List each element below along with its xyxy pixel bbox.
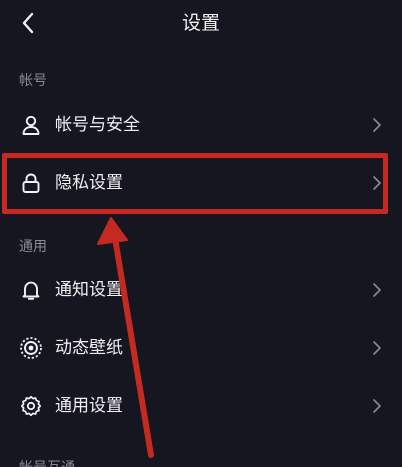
gear-icon (19, 394, 43, 418)
page-title: 设置 (181, 12, 220, 34)
section-label-account-sync: 帐号互通 (19, 458, 75, 467)
wallpaper-icon (19, 336, 43, 360)
row-label-privacy-settings: 隐私设置 (55, 173, 123, 193)
section-label-account: 帐号 (19, 73, 47, 89)
chevron-right-icon (373, 399, 381, 413)
settings-screen: 设置 帐号 帐号与安全 隐私设置 通用 通知设置 动态壁纸 通用设置 (0, 0, 402, 467)
chevron-right-icon (373, 283, 381, 297)
row-live-wallpaper[interactable]: 动态壁纸 (0, 320, 402, 376)
top-bar: 设置 (0, 0, 402, 46)
chevron-right-icon (373, 118, 381, 132)
row-label-general-settings: 通用设置 (55, 396, 123, 416)
chevron-right-icon (373, 176, 381, 190)
row-general-settings[interactable]: 通用设置 (0, 378, 402, 434)
row-privacy-settings[interactable]: 隐私设置 (0, 155, 402, 211)
row-account-security[interactable]: 帐号与安全 (0, 97, 402, 153)
row-label-live-wallpaper: 动态壁纸 (55, 338, 123, 358)
row-label-account-security: 帐号与安全 (55, 115, 140, 135)
chevron-right-icon (373, 341, 381, 355)
section-label-general: 通用 (19, 239, 47, 255)
lock-icon (19, 171, 43, 195)
person-icon (19, 113, 43, 137)
row-label-notification-settings: 通知设置 (55, 280, 123, 300)
bell-icon (19, 278, 43, 302)
row-notification-settings[interactable]: 通知设置 (0, 262, 402, 318)
